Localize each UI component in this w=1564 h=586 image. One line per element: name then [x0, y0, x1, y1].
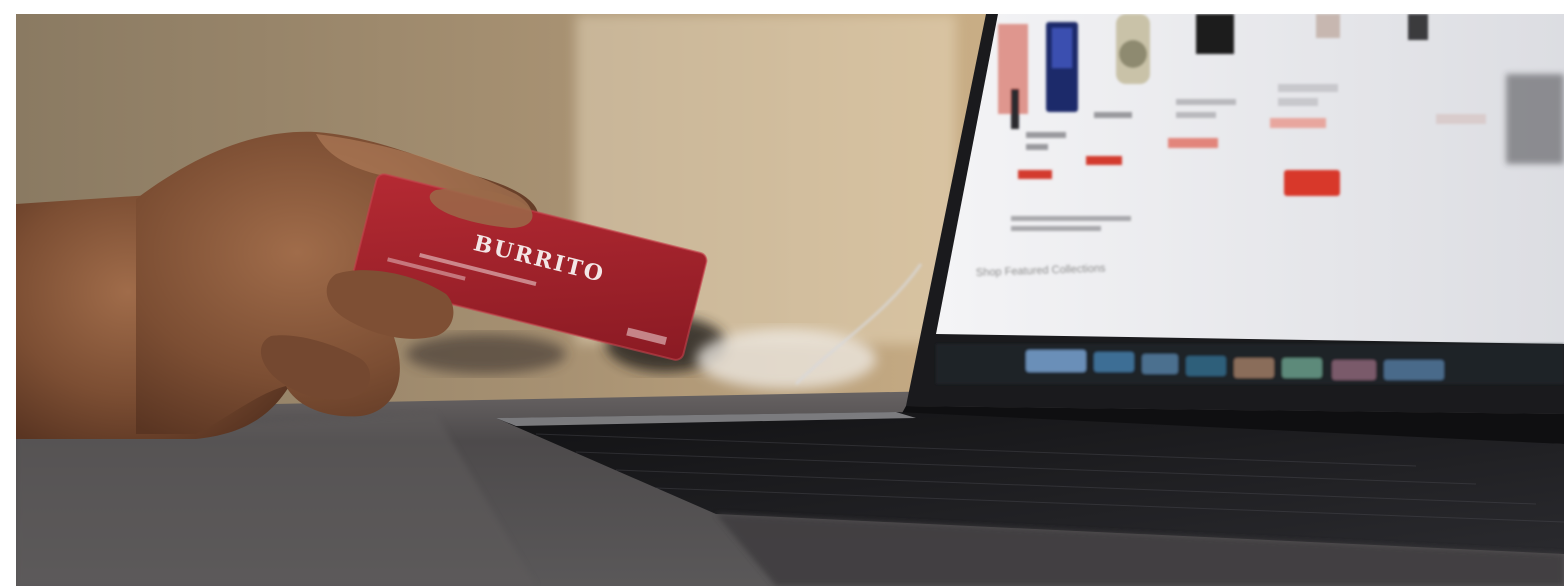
screen-dock: [936, 344, 1564, 384]
photo-illustration: Shop Featured Collections BURRITO: [16, 14, 1564, 586]
add-to-cart-button: [1284, 170, 1340, 196]
image-frame: Shop Featured Collections BURRITO: [0, 0, 1564, 586]
price-tag: [1018, 170, 1052, 179]
price-tag: [1086, 156, 1122, 165]
price-tag: [1168, 138, 1218, 148]
price-tag: [1270, 118, 1326, 128]
online-shopping-photo: Shop Featured Collections BURRITO: [16, 14, 1564, 586]
